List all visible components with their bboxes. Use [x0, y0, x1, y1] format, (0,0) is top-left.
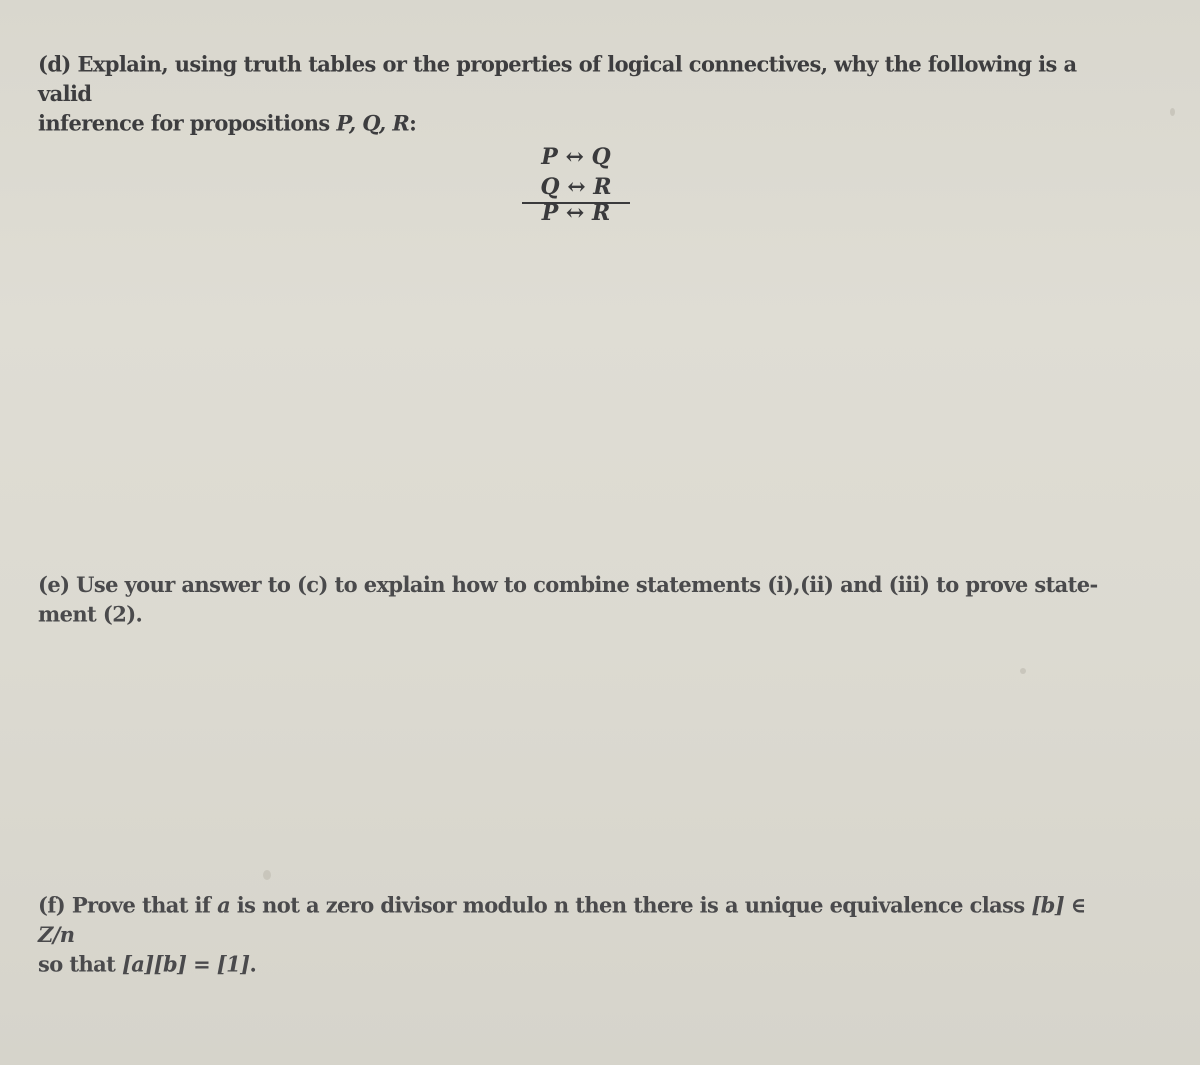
- paper-speck: [263, 870, 271, 880]
- part-f-period: .: [249, 951, 257, 977]
- part-e-line-2: ment (2).: [38, 601, 143, 627]
- part-e-label: (e): [38, 571, 70, 597]
- inverse-equation: [a][b] = [1]: [121, 951, 250, 977]
- premise-1: P ↔ Q: [541, 144, 611, 170]
- part-f-text-1a: Prove that if: [71, 892, 218, 918]
- var-a: a: [217, 892, 231, 918]
- exam-page: (d) Explain, using truth tables or the p…: [0, 0, 1200, 1065]
- part-f-label: (f): [38, 892, 66, 918]
- part-f-text-2a: so that: [38, 951, 122, 977]
- inference-rule: P ↔ Q Q ↔ R P ↔ R: [522, 142, 630, 230]
- question-part-f: (f) Prove that if a is not a zero diviso…: [38, 890, 1118, 979]
- part-f-line-2: so that [a][b] = [1].: [38, 949, 1118, 979]
- part-e-line-1: (e) Use your answer to (c) to explain ho…: [38, 569, 1118, 599]
- part-f-line-1: (f) Prove that if a is not a zero diviso…: [38, 890, 1118, 949]
- part-d-label: (d): [38, 51, 71, 77]
- part-e-text-1: Use your answer to (c) to explain how to…: [76, 571, 1098, 597]
- question-part-d: (d) Explain, using truth tables or the p…: [38, 49, 1118, 138]
- premise-2: Q ↔ R: [540, 174, 612, 200]
- part-d-text-1: Explain, using truth tables or the prope…: [38, 51, 1077, 107]
- part-d-line-1: (d) Explain, using truth tables or the p…: [38, 49, 1118, 108]
- question-part-e: (e) Use your answer to (c) to explain ho…: [38, 569, 1118, 628]
- paper-speck: [1020, 668, 1026, 674]
- paper-speck: [1170, 108, 1175, 116]
- part-d-colon: :: [409, 110, 417, 136]
- propositions-list: P, Q, R: [336, 110, 410, 136]
- conclusion: P ↔ R: [541, 200, 611, 226]
- part-f-text-1b: is not a zero divisor modulo n then ther…: [230, 892, 1032, 918]
- part-d-line-2: inference for propositions P, Q, R:: [38, 108, 1118, 138]
- part-d-text-2: inference for propositions: [38, 110, 337, 136]
